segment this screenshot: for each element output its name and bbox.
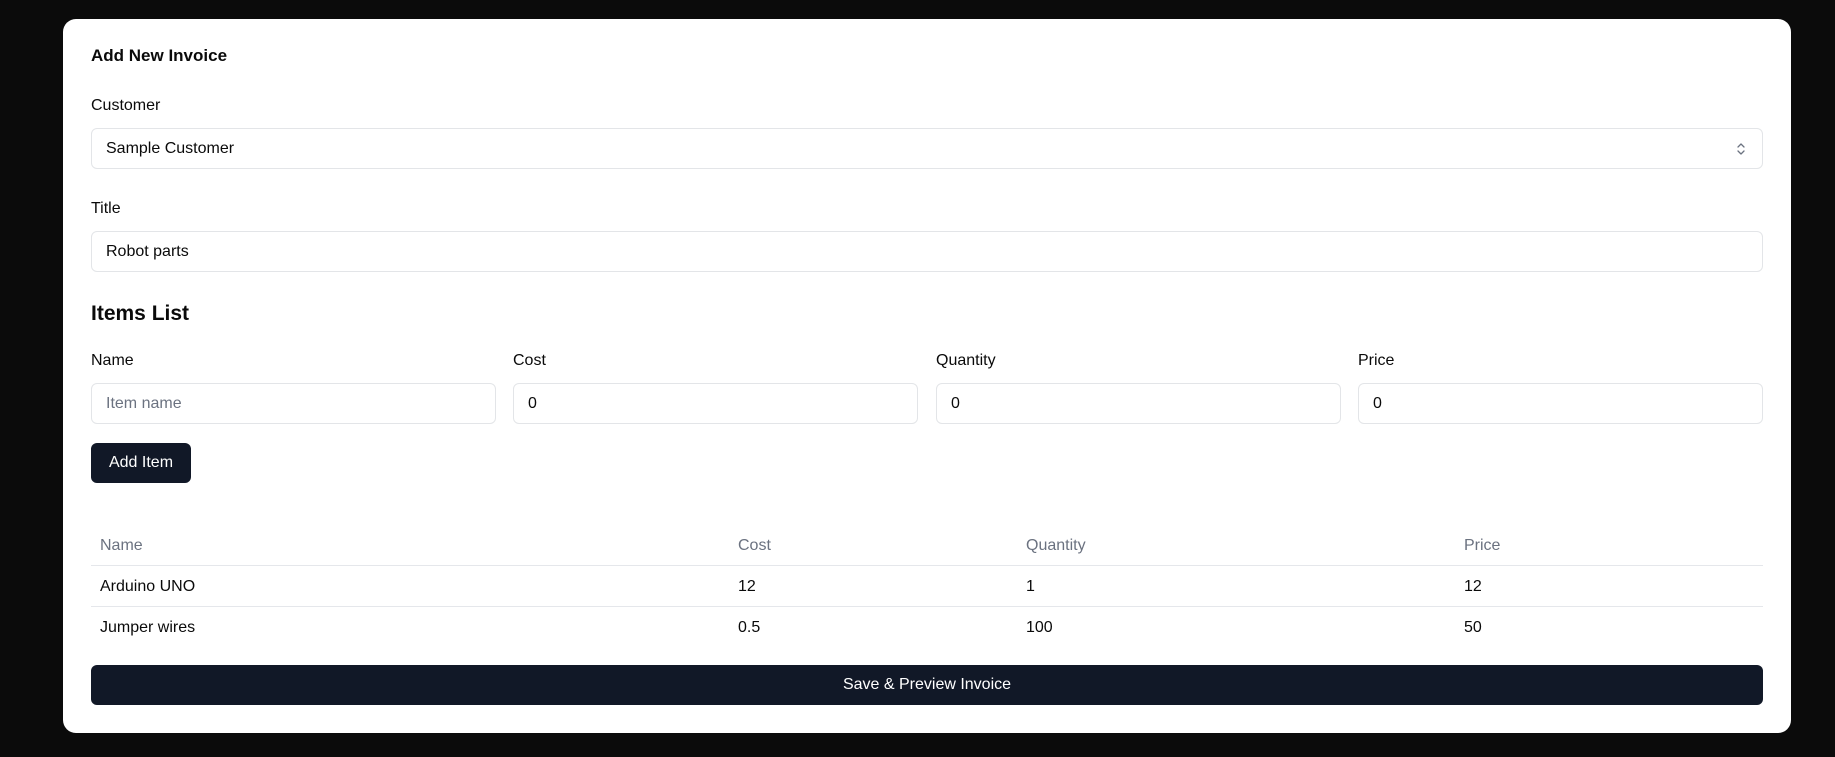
item-price-input[interactable]	[1358, 383, 1763, 424]
table-cell-name: Arduino UNO	[100, 578, 196, 595]
table-cell-quantity: 1	[1026, 578, 1035, 595]
item-name-input[interactable]	[91, 383, 496, 424]
table-cell-cost: 0.5	[738, 619, 761, 636]
table-row: Arduino UNO 12 1 12	[91, 566, 1763, 607]
add-item-button[interactable]: Add Item	[91, 443, 191, 483]
table-cell-name: Jumper wires	[100, 619, 196, 636]
item-quantity-input[interactable]	[936, 383, 1341, 424]
customer-select-value: Sample Customer	[106, 140, 235, 157]
table-cell-quantity: 100	[1026, 619, 1053, 636]
table-cell-price: 50	[1464, 619, 1482, 636]
item-name-label: Name	[91, 352, 134, 369]
table-header-quantity: Quantity	[1026, 537, 1086, 554]
item-cost-label: Cost	[513, 352, 546, 369]
table-row: Jumper wires 0.5 100 50	[91, 607, 1763, 648]
card-title: Add New Invoice	[91, 46, 228, 65]
table-header-row: Name Cost Quantity Price	[91, 525, 1763, 566]
title-input[interactable]	[91, 231, 1763, 272]
invoice-card: Add New Invoice Customer Sample Customer…	[63, 19, 1791, 733]
item-quantity-label: Quantity	[936, 352, 996, 369]
customer-select[interactable]: Sample Customer	[91, 128, 1763, 169]
chevron-up-down-icon	[1737, 143, 1745, 155]
items-table: Name Cost Quantity Price Arduino UNO 12 …	[91, 525, 1763, 648]
table-header-price: Price	[1464, 537, 1501, 554]
title-label: Title	[91, 200, 121, 217]
save-preview-invoice-button[interactable]: Save & Preview Invoice	[91, 665, 1763, 705]
table-header-name: Name	[100, 537, 143, 554]
items-list-title: Items List	[91, 302, 190, 325]
item-price-label: Price	[1358, 352, 1395, 369]
table-cell-cost: 12	[738, 578, 756, 595]
table-cell-price: 12	[1464, 578, 1482, 595]
item-cost-input[interactable]	[513, 383, 918, 424]
customer-label: Customer	[91, 97, 161, 114]
table-header-cost: Cost	[738, 537, 771, 554]
